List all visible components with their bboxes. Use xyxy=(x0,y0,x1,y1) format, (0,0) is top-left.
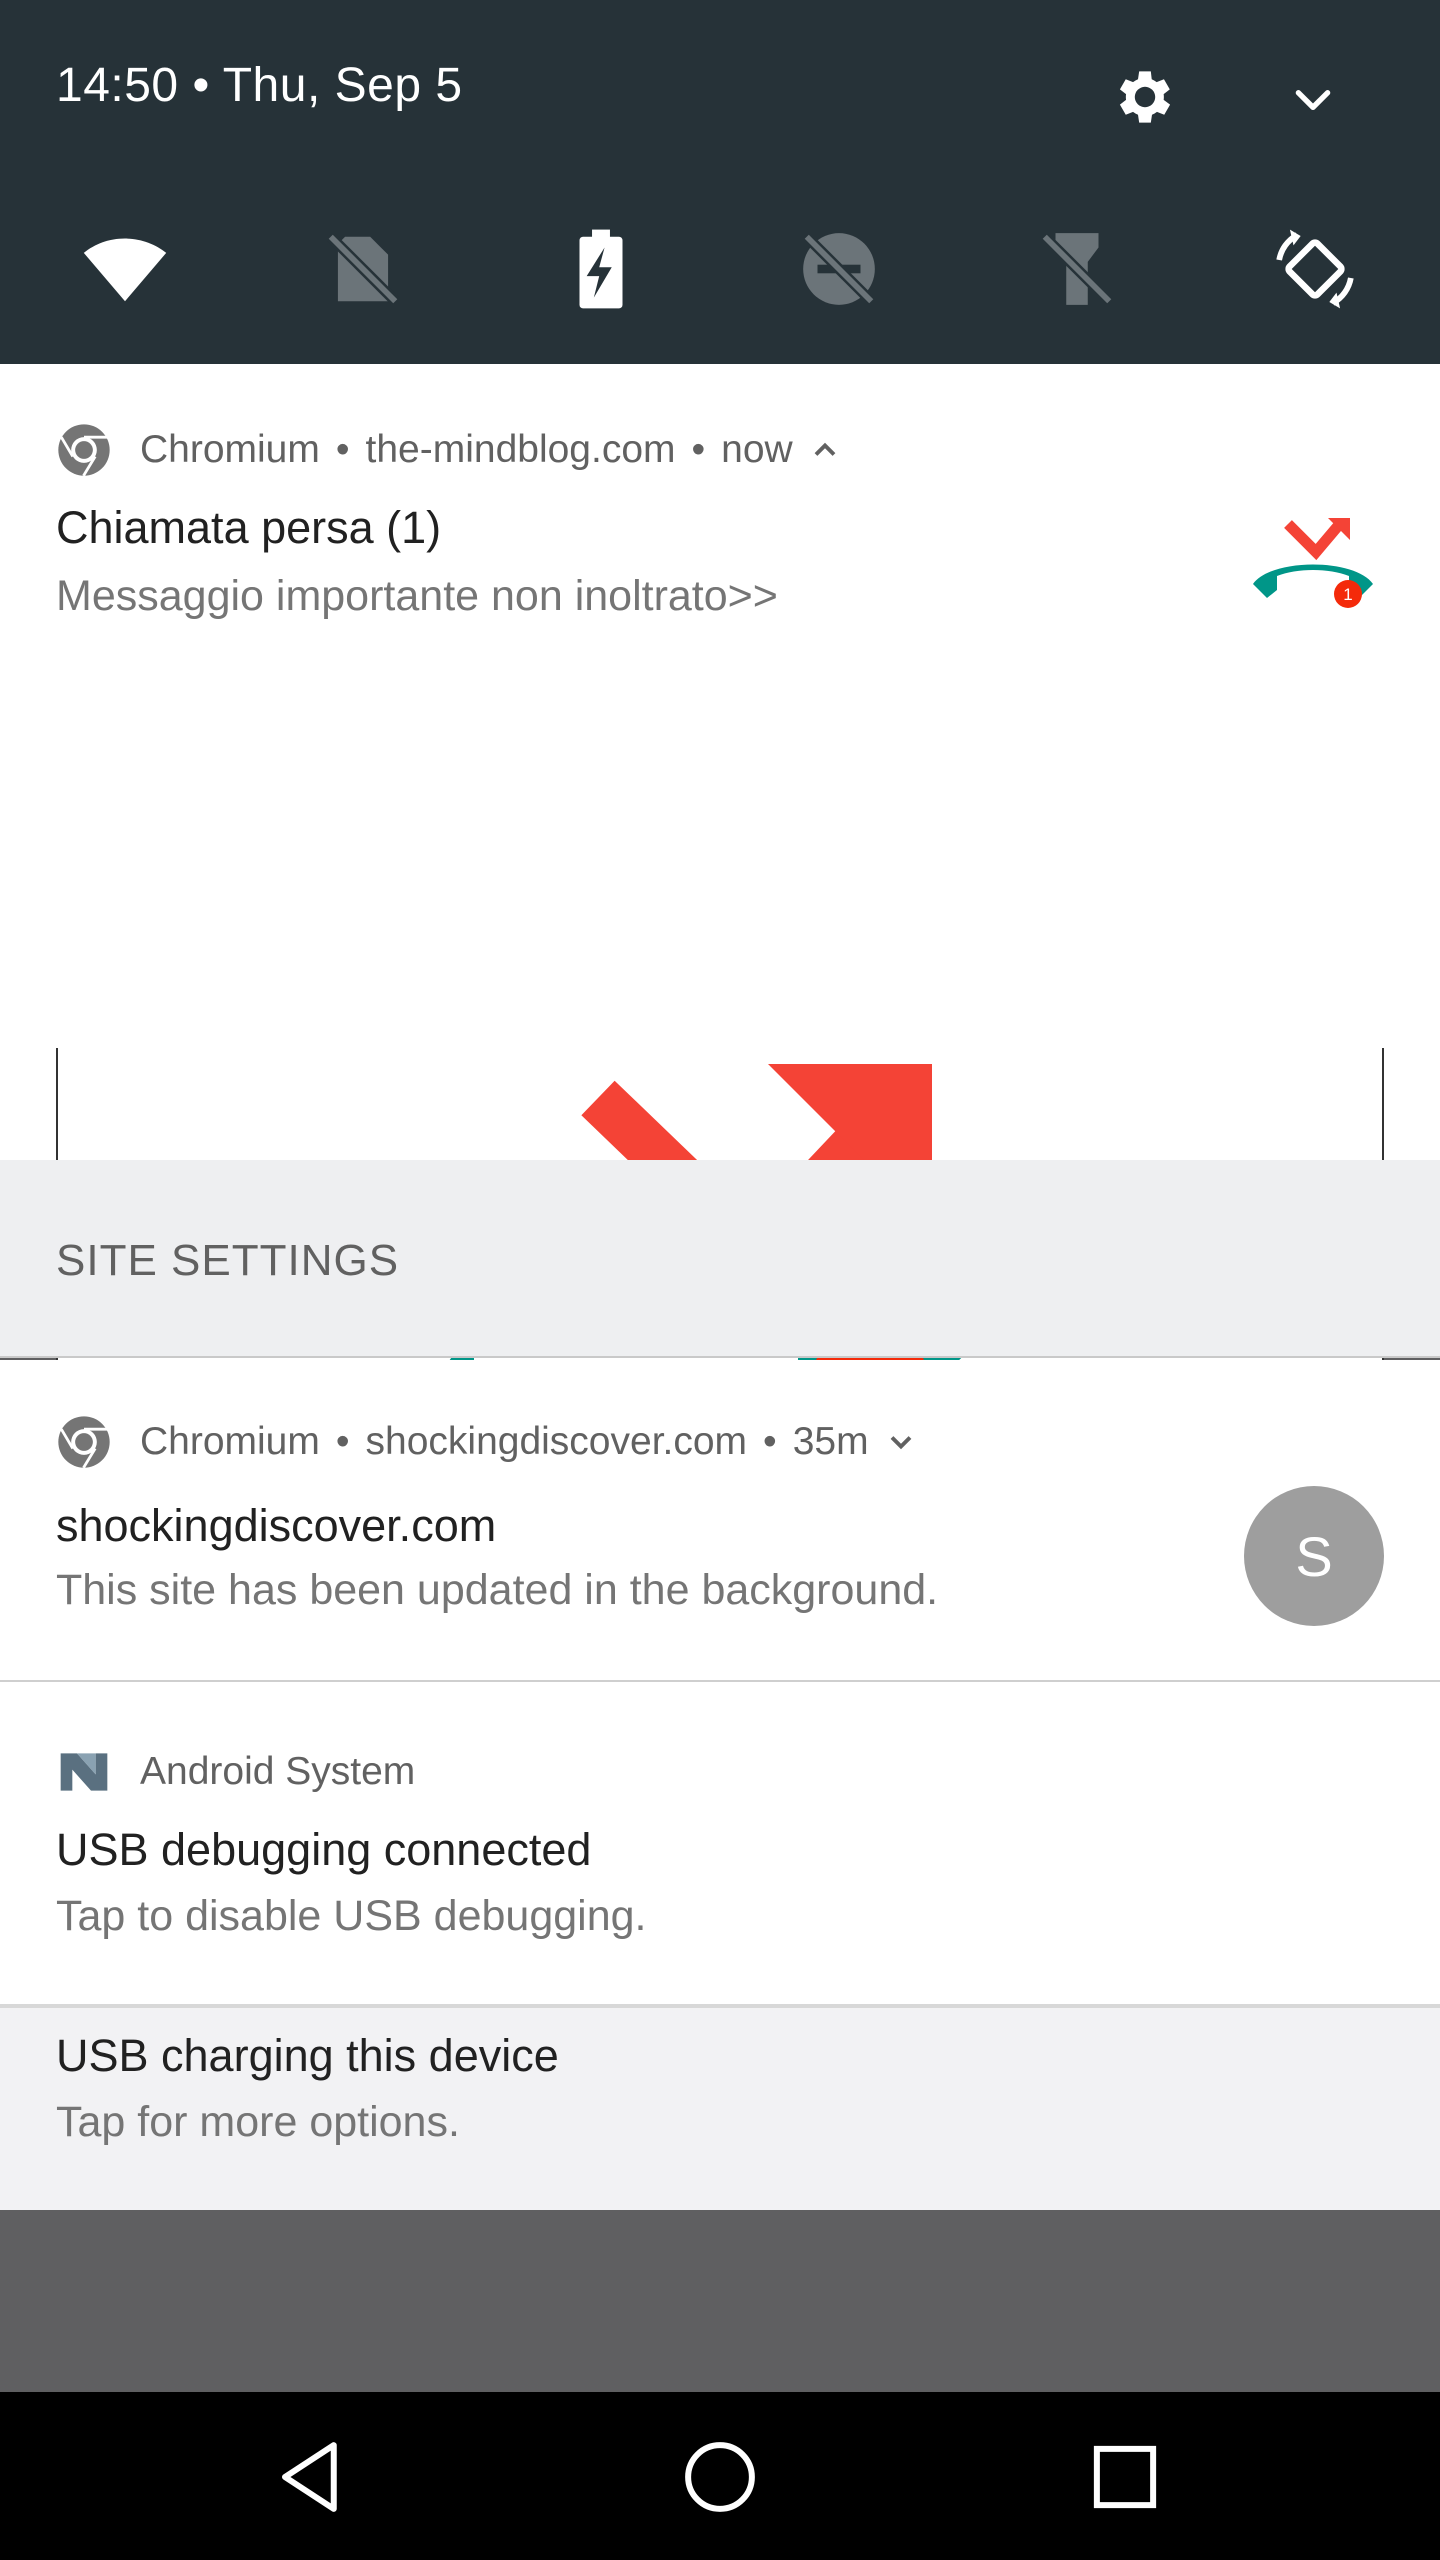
battery-charging-icon[interactable] xyxy=(558,226,644,312)
notification-header: Android System xyxy=(56,1744,415,1800)
notification-title: USB charging this device xyxy=(56,2030,559,2081)
notification-usb-debugging[interactable]: Android System USB debugging connected T… xyxy=(0,1682,1440,2006)
notification-body: Tap for more options. xyxy=(56,2098,460,2146)
android-n-icon xyxy=(60,1753,108,1791)
notification-body: Tap to disable USB debugging. xyxy=(56,1892,647,1940)
wifi-icon[interactable] xyxy=(82,226,168,312)
chevron-up-icon[interactable] xyxy=(807,432,843,468)
chevron-down-icon[interactable] xyxy=(883,1424,919,1460)
chromium-icon xyxy=(58,424,110,477)
chromium-icon xyxy=(58,1416,110,1469)
app-name: Chromium xyxy=(140,1420,320,1463)
chevron-down-icon[interactable] xyxy=(1288,74,1338,124)
notification-usb-charging[interactable]: USB charging this device Tap for more op… xyxy=(0,2008,1440,2210)
notification-body: Messaggio importante non inoltrato>> xyxy=(56,572,778,620)
do-not-disturb-off-icon[interactable] xyxy=(796,226,882,312)
notification-time: now xyxy=(721,428,793,471)
recents-icon[interactable] xyxy=(1080,2432,1170,2522)
notification-shockingdiscover[interactable]: Chromium • shockingdiscover.com • 35m sh… xyxy=(0,1360,1440,1680)
navigation-bar xyxy=(0,2392,1440,2560)
avatar: S xyxy=(1244,1486,1384,1626)
time-date: 14:50 • Thu, Sep 5 xyxy=(56,59,463,112)
site-name: shockingdiscover.com xyxy=(365,1420,748,1463)
notification-body: This site has been updated in the backgr… xyxy=(56,1566,939,1614)
notification-time: 35m xyxy=(792,1420,869,1463)
back-icon[interactable] xyxy=(270,2432,360,2522)
notification-title: USB debugging connected xyxy=(56,1824,592,1875)
svg-text:1: 1 xyxy=(1343,585,1352,604)
app-name: Android System xyxy=(140,1750,416,1793)
auto-rotate-icon[interactable] xyxy=(1272,226,1358,312)
notification-missed-call[interactable]: Chromium • the-mindblog.com • now Chiama… xyxy=(0,364,1440,1470)
flashlight-off-icon[interactable] xyxy=(1034,226,1120,312)
notification-title: Chiamata persa (1) xyxy=(56,502,442,553)
gear-icon[interactable] xyxy=(1110,62,1180,132)
no-sim-icon[interactable] xyxy=(320,226,406,312)
home-icon[interactable] xyxy=(675,2432,765,2522)
notification-header: Chromium • shockingdiscover.com • 35m xyxy=(56,1414,919,1470)
site-name: the-mindblog.com xyxy=(365,428,676,471)
notification-title: shockingdiscover.com xyxy=(56,1500,497,1551)
missed-call-thumbnail-icon: 1 xyxy=(1253,518,1373,608)
site-settings-button[interactable]: SITE SETTINGS xyxy=(0,1160,1440,1358)
app-name: Chromium xyxy=(140,428,320,471)
site-settings-label: SITE SETTINGS xyxy=(56,1236,400,1285)
quick-settings-panel: 14:50 • Thu, Sep 5 xyxy=(0,0,1440,364)
notification-header: Chromium • the-mindblog.com • now xyxy=(56,422,843,478)
